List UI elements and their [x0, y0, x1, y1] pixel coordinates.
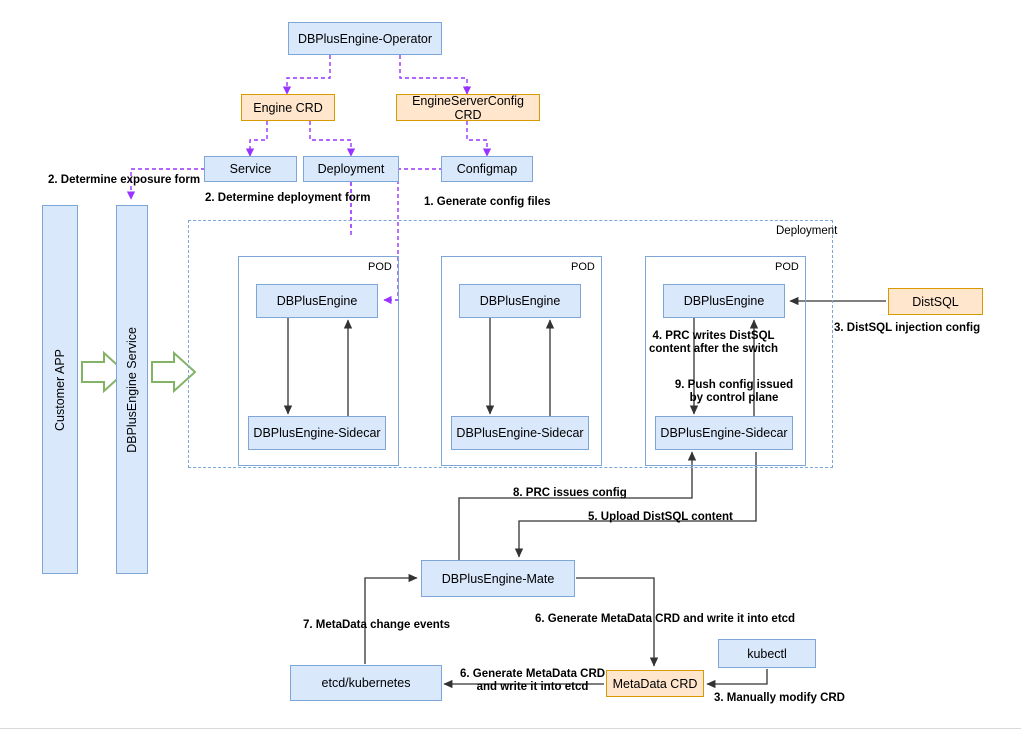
node-distsql[interactable]: DistSQL: [888, 288, 983, 315]
edge-label-line-2: and write it into etcd: [476, 681, 589, 693]
edge-label-generate-metadata-crd-2: 6. Generate MetaData CRD and write it in…: [460, 668, 605, 694]
node-etcd-kubernetes[interactable]: etcd/kubernetes: [290, 665, 442, 701]
node-label: DBPlusEngine-Sidecar: [456, 426, 584, 440]
edge-label-generate-config-files: 1. Generate config files: [424, 196, 551, 208]
node-customer-app[interactable]: Customer APP: [42, 205, 78, 574]
pod-3-label: POD: [775, 261, 799, 273]
pod-3-sidecar[interactable]: DBPlusEngine-Sidecar: [655, 416, 793, 450]
node-label: Engine CRD: [253, 100, 323, 115]
edge-label-upload-distsql: 5. Upload DistSQL content: [588, 511, 733, 523]
edge-label-push-config: 9. Push config issued by control plane: [671, 379, 797, 405]
node-label: DistSQL: [912, 294, 959, 309]
edge-label-line-2: content after the switch: [649, 343, 779, 355]
node-kubectl[interactable]: kubectl: [718, 639, 816, 668]
node-label: Deployment: [317, 162, 385, 176]
node-dbplusengine-mate[interactable]: DBPlusEngine-Mate: [421, 560, 575, 597]
edge-label-line-2: by control plane: [689, 392, 779, 404]
architecture-diagram: DBPlusEngine-Operator Engine CRD EngineS…: [0, 0, 1021, 729]
node-label: DBPlusEngine Service: [125, 326, 139, 453]
node-metadata-crd[interactable]: MetaData CRD: [606, 670, 704, 697]
deployment-container-label: Deployment: [776, 225, 838, 237]
node-deployment-resource[interactable]: Deployment: [303, 156, 399, 182]
edge-label-line-1: 6. Generate MetaData CRD: [460, 668, 606, 680]
node-label: kubectl: [747, 646, 787, 661]
node-engine-crd[interactable]: Engine CRD: [241, 94, 335, 121]
node-label: DBPlusEngine-Mate: [441, 571, 555, 586]
node-label: DBPlusEngine: [276, 294, 358, 308]
pod-1-sidecar[interactable]: DBPlusEngine-Sidecar: [248, 416, 386, 450]
node-label: DBPlusEngine-Sidecar: [660, 426, 788, 440]
node-label: etcd/kubernetes: [321, 676, 411, 690]
node-label: DBPlusEngine: [479, 294, 561, 308]
edge-label-line-1: 9. Push config issued: [674, 379, 794, 391]
node-label: MetaData CRD: [612, 676, 698, 691]
node-label: Configmap: [456, 162, 518, 176]
pod-1-dbplusengine[interactable]: DBPlusEngine: [256, 284, 378, 318]
node-label: DBPlusEngine: [683, 294, 765, 308]
node-service[interactable]: Service: [204, 156, 297, 182]
node-label: Service: [229, 162, 272, 176]
edge-label-manually-modify-crd: 3. Manually modify CRD: [714, 692, 845, 704]
edge-label-prc-writes-distsql: 4. PRC writes DistSQL content after the …: [649, 330, 778, 356]
pod-1-label: POD: [368, 261, 392, 273]
node-label: DBPlusEngine-Operator: [297, 31, 433, 46]
edge-label-line-1: 4. PRC writes DistSQL: [652, 330, 775, 342]
pod-2-sidecar[interactable]: DBPlusEngine-Sidecar: [451, 416, 589, 450]
edge-label-metadata-change-events: 7. MetaData change events: [303, 619, 451, 631]
node-dbplusengine-service[interactable]: DBPlusEngine Service: [116, 205, 148, 574]
pod-2-dbplusengine[interactable]: DBPlusEngine: [459, 284, 581, 318]
pod-3-dbplusengine[interactable]: DBPlusEngine: [663, 284, 785, 318]
node-dbplusengine-operator[interactable]: DBPlusEngine-Operator: [288, 22, 442, 55]
node-label: Customer APP: [53, 348, 67, 431]
node-label: EngineServerConfig CRD: [412, 93, 524, 122]
node-engineserverconfig-crd[interactable]: EngineServerConfig CRD: [396, 93, 540, 122]
edge-label-determine-exposure: 2. Determine exposure form: [48, 174, 201, 186]
pod-2-label: POD: [571, 261, 595, 273]
edge-label-prc-issues-config: 8. PRC issues config: [513, 487, 627, 499]
edge-label-generate-metadata-crd: 6. Generate MetaData CRD and write it in…: [535, 613, 796, 625]
edge-label-distsql-injection: 3. DistSQL injection config: [834, 322, 981, 334]
node-label: DBPlusEngine-Sidecar: [253, 426, 381, 440]
edge-label-determine-deployment: 2. Determine deployment form: [205, 192, 371, 204]
node-configmap[interactable]: Configmap: [441, 156, 533, 182]
